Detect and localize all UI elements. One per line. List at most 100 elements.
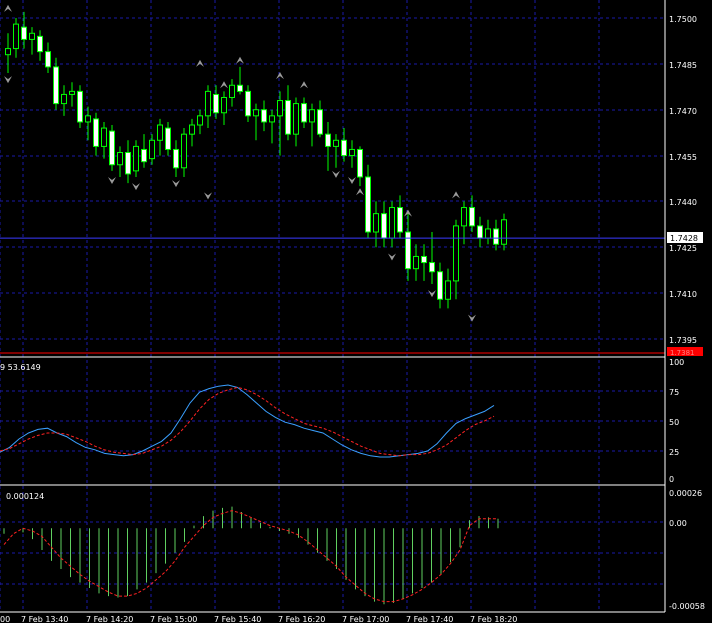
price-label: 1.7500: [669, 15, 697, 24]
candle-body: [461, 207, 467, 227]
candle-body: [165, 127, 171, 150]
candle-body: [21, 26, 27, 40]
stoch-header: 9 53.6149: [0, 363, 41, 372]
fractal-up-marker: [276, 72, 284, 80]
candle-body: [501, 219, 507, 245]
price-label: 1.7470: [669, 107, 697, 116]
candle-body: [29, 32, 35, 40]
candle-body: [493, 228, 499, 245]
price-pane[interactable]: [0, 4, 665, 354]
candle-body: [133, 145, 139, 172]
fractal-up-marker: [196, 59, 204, 67]
osc-header: 0.000124: [6, 492, 44, 501]
osc-axis-label: -0.00058: [669, 602, 705, 611]
candle-body: [37, 35, 43, 53]
time-label: 7 Feb 15:40: [214, 615, 261, 623]
candle-body: [389, 207, 395, 239]
candle-body: [197, 115, 203, 126]
stoch-axis-label: 0: [669, 475, 674, 484]
fractal-up-marker: [300, 81, 308, 89]
time-label: 7 Feb 16:20: [278, 615, 325, 623]
candle-body: [101, 127, 107, 147]
candle-body: [69, 90, 75, 95]
candle-body: [205, 90, 211, 117]
candle-body: [317, 109, 323, 135]
candle-body: [93, 118, 99, 147]
candle-body: [413, 255, 419, 270]
price-label: 1.7395: [669, 336, 697, 345]
candle-body: [117, 152, 123, 166]
candle-body: [213, 93, 219, 114]
oscillator-pane[interactable]: [3, 506, 499, 605]
time-label: 00: [0, 615, 10, 623]
candle-body: [285, 100, 291, 135]
price-axis: 1.7500 1.7485 1.7470 1.7455 1.7440 1.742…: [669, 15, 697, 345]
price-label: 1.7425: [669, 244, 697, 253]
stoch-axis-label: 75: [669, 388, 679, 397]
candle-body: [469, 207, 475, 227]
candle-body: [333, 139, 339, 147]
candle-body: [397, 207, 403, 233]
candle-body: [13, 23, 19, 50]
candle-body: [341, 139, 347, 157]
fractal-down-marker: [108, 177, 116, 185]
candle-body: [421, 255, 427, 264]
stoch-axis-label: 100: [669, 358, 684, 367]
candle-body: [301, 103, 307, 123]
candle-body: [229, 84, 235, 98]
candle-body: [453, 225, 459, 282]
candle-body: [405, 231, 411, 270]
fractal-down-marker: [4, 76, 12, 84]
candle-body: [109, 130, 115, 166]
time-label: 7 Feb 17:00: [342, 615, 389, 623]
fractal-up-marker: [356, 188, 364, 196]
stoch-axis-label: 50: [669, 418, 679, 427]
candle-body: [45, 51, 51, 68]
candle-body: [181, 133, 187, 169]
candle-body: [365, 176, 371, 233]
candle-body: [485, 228, 491, 239]
candle-body: [61, 93, 67, 105]
lower-price-marker-label: 1.7381: [670, 349, 695, 357]
candle-body: [77, 90, 83, 123]
candle-body: [157, 124, 163, 141]
fractal-down-marker: [132, 183, 140, 191]
candle-body: [125, 152, 131, 175]
candle-body: [253, 109, 259, 117]
time-label: 7 Feb 18:20: [470, 615, 517, 623]
osc-axis-label: 0.00026: [669, 489, 702, 498]
candle-body: [357, 148, 363, 178]
price-label: 1.7440: [669, 198, 697, 207]
time-label: 7 Feb 13:40: [21, 615, 68, 623]
candle-body: [53, 66, 59, 105]
current-price-label: 1.7428: [670, 234, 698, 243]
fractal-down-marker: [388, 253, 396, 261]
fractal-up-marker: [220, 81, 228, 89]
candle-body: [349, 148, 355, 157]
candle-body: [221, 96, 227, 114]
candle-body: [325, 133, 331, 147]
price-label: 1.7410: [669, 290, 697, 299]
candle-body: [373, 213, 379, 233]
time-label: 7 Feb 14:20: [86, 615, 133, 623]
fractal-down-marker: [348, 177, 356, 185]
fractal-up-marker: [452, 191, 460, 199]
candle-body: [173, 148, 179, 169]
fractal-down-marker: [172, 180, 180, 188]
time-label: 7 Feb 15:00: [150, 615, 197, 623]
stoch-signal-line: [0, 386, 495, 457]
candle-body: [477, 225, 483, 239]
candle-body: [445, 280, 451, 300]
candle-body: [245, 90, 251, 117]
fractal-up-marker: [4, 4, 12, 12]
trading-chart[interactable]: 1.7500 1.7485 1.7470 1.7455 1.7440 1.742…: [0, 0, 712, 623]
candle-body: [141, 148, 147, 163]
fractal-up-marker: [236, 56, 244, 64]
chart-grid: [0, 0, 665, 612]
fractal-down-marker: [428, 290, 436, 298]
candle-body: [261, 109, 267, 123]
candle-body: [293, 103, 299, 135]
fractal-down-marker: [468, 314, 476, 322]
time-axis: 00 7 Feb 13:40 7 Feb 14:20 7 Feb 15:00 7…: [0, 615, 517, 623]
candle-body: [269, 115, 275, 123]
